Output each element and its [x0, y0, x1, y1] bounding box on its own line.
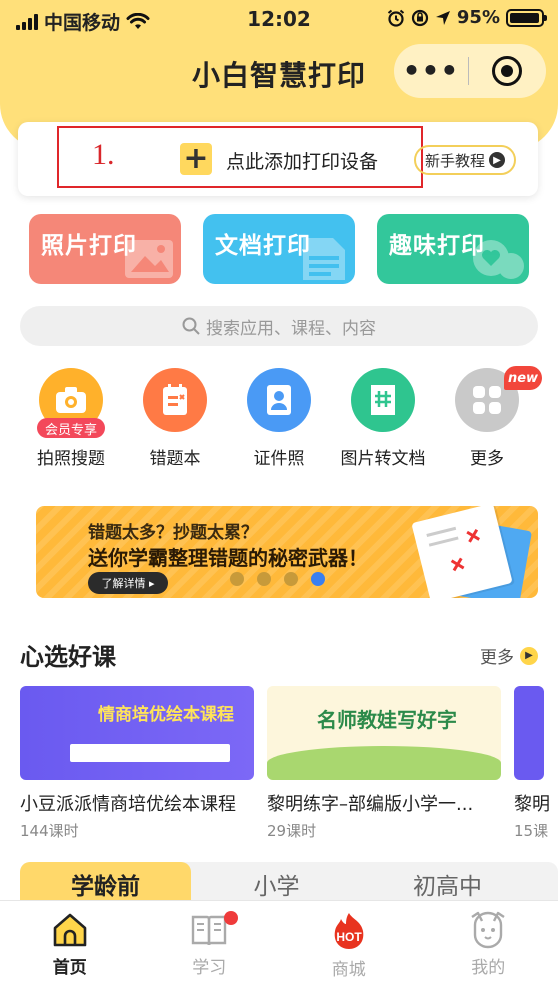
- feature-photo-search[interactable]: 会员专享 拍照搜题: [21, 368, 121, 469]
- courses-more-link[interactable]: 更多 ▶: [480, 643, 538, 668]
- course-lesson-count: 144课时: [20, 822, 79, 840]
- course-card[interactable]: 黎明 15课: [514, 686, 558, 841]
- svg-text:HOT: HOT: [336, 930, 362, 944]
- pagination-dot[interactable]: [230, 572, 244, 586]
- tutorial-label: 新手教程: [424, 151, 485, 170]
- notification-dot: [223, 911, 238, 925]
- nav-label: 学习: [192, 958, 227, 978]
- feature-id-photo[interactable]: 证件照: [229, 368, 329, 469]
- course-lesson-count: 29课时: [267, 822, 317, 840]
- battery-fill: [510, 12, 539, 23]
- banner-subtitle: 错题太多？抄题太累？: [88, 523, 258, 543]
- book-icon: [192, 915, 227, 946]
- alarm-icon: [387, 9, 405, 27]
- feature-label: 证件照: [253, 449, 305, 469]
- home-icon: [53, 913, 87, 947]
- course-thumbnail: [514, 686, 544, 780]
- feature-label: 更多: [470, 449, 504, 469]
- document-hash-icon: [351, 368, 415, 432]
- course-card[interactable]: 情商培优绘本课程 小豆派派情商培优绘本课程 144课时: [20, 686, 254, 841]
- course-card[interactable]: 名师教娃写好字 黎明练字–部编版小学一... 29课时: [267, 686, 501, 841]
- chevron-right-icon: ▶: [489, 152, 505, 168]
- course-title: 小豆派派情商培优绘本课程: [20, 794, 236, 815]
- thumbnail-text: 情商培优绘本课程: [98, 705, 234, 725]
- nav-label: 我的: [471, 958, 506, 978]
- close-miniprogram-button[interactable]: [469, 56, 545, 86]
- chevron-right-icon: ▶: [520, 646, 538, 665]
- app-title: 小白智慧打印: [191, 59, 366, 92]
- miniprogram-capsule: •••: [394, 44, 546, 98]
- search-placeholder: 搜索应用、课程、内容: [206, 318, 376, 339]
- pagination-dot[interactable]: [257, 572, 271, 586]
- more-label: 更多: [480, 648, 514, 668]
- photo-print-tile[interactable]: 照片打印: [29, 214, 181, 284]
- heart-bubble-icon: [473, 240, 524, 279]
- course-title: 黎明练字–部编版小学一...: [267, 794, 474, 815]
- search-icon: [182, 317, 200, 335]
- courses-section-title: 心选好课: [20, 643, 116, 671]
- course-thumbnail: 名师教娃写好字: [267, 686, 501, 780]
- add-printer-button[interactable]: 点此添加打印设备: [226, 147, 378, 174]
- document-print-tile[interactable]: 文档打印: [203, 214, 355, 284]
- battery-percent: 95%: [456, 7, 500, 28]
- rotation-lock-icon: [411, 9, 429, 26]
- target-icon: [492, 56, 522, 86]
- profile-icon: [471, 911, 505, 949]
- status-bar: 中国移动 12:02 95%: [0, 0, 558, 40]
- fun-print-tile[interactable]: 趣味打印: [377, 214, 529, 284]
- search-bar[interactable]: 搜索应用、课程、内容: [20, 306, 538, 346]
- banner-pagination: [230, 572, 325, 586]
- feature-image-to-document[interactable]: 图片转文档: [333, 368, 433, 469]
- thumbnail-hill: [267, 746, 501, 780]
- location-arrow-icon: [435, 10, 450, 25]
- hot-icon: HOT: [334, 913, 364, 949]
- thumbnail-text: 名师教娃写好字: [317, 708, 457, 732]
- pagination-dot-active[interactable]: [311, 572, 325, 586]
- status-right: 95%: [387, 7, 547, 28]
- nav-label: 首页: [52, 958, 87, 978]
- nav-mall[interactable]: HOT 商城: [279, 901, 419, 987]
- nav-profile[interactable]: 我的: [419, 901, 558, 987]
- nav-study[interactable]: 学习: [140, 901, 280, 987]
- vip-tag: 会员专享: [37, 418, 105, 438]
- course-lesson-count: 15课: [514, 822, 549, 840]
- annotation-step-label: 1.: [92, 138, 115, 171]
- notebook-icon: [143, 368, 207, 432]
- plus-icon[interactable]: +: [180, 143, 212, 175]
- feature-label: 拍照搜题: [37, 449, 105, 469]
- bottom-navigation: 首页 学习 HOT 商城 我的: [0, 900, 558, 987]
- course-thumbnail: 情商培优绘本课程: [20, 686, 254, 780]
- feature-mistake-book[interactable]: 错题本: [125, 368, 225, 469]
- battery-icon: [506, 8, 547, 27]
- new-badge: new: [504, 366, 542, 390]
- more-menu-button[interactable]: •••: [394, 57, 468, 85]
- nav-home[interactable]: 首页: [0, 901, 140, 987]
- banner-headline: 送你学霸整理错题的秘密武器！: [88, 546, 368, 570]
- nav-label: 商城: [331, 960, 366, 980]
- pagination-dot[interactable]: [284, 572, 298, 586]
- thumbnail-strip: [70, 744, 230, 762]
- course-title: 黎明: [514, 794, 550, 815]
- picture-icon: [125, 240, 173, 278]
- id-photo-icon: [247, 368, 311, 432]
- feature-label: 错题本: [149, 449, 201, 469]
- banner-details-button[interactable]: 了解详情 ▸: [88, 572, 168, 594]
- feature-label: 图片转文档: [340, 449, 426, 469]
- tutorial-button[interactable]: 新手教程 ▶: [414, 145, 516, 175]
- document-icon: [303, 238, 345, 280]
- camera-icon: 会员专享: [37, 368, 105, 438]
